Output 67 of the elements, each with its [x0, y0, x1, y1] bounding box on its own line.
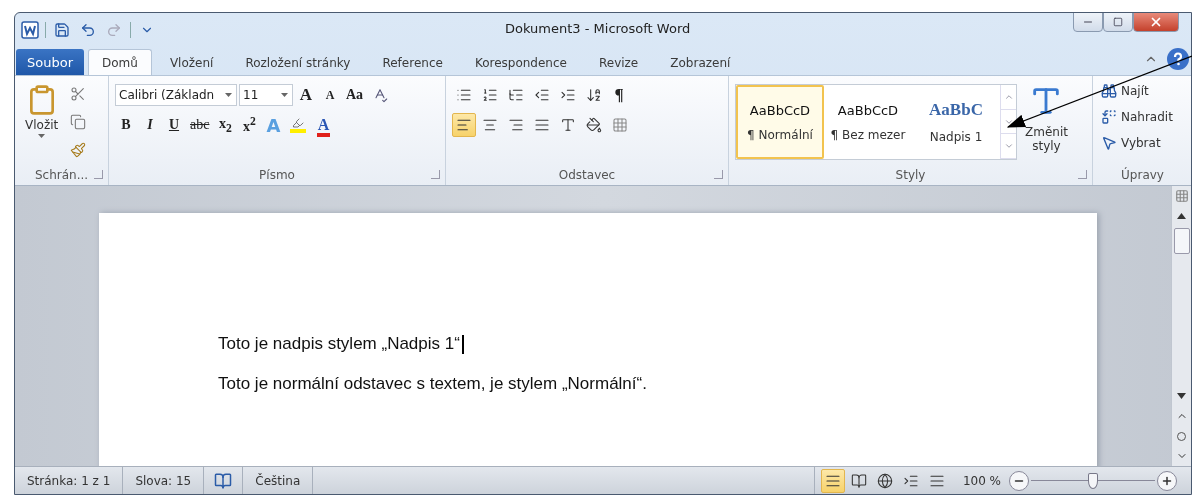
style-name: ¶ Normální [747, 127, 813, 142]
style-preview: AaBbCcD [837, 102, 899, 118]
style-name: ¶ Bez mezer [830, 127, 906, 142]
find-button[interactable]: Najít [1099, 78, 1175, 104]
style-item[interactable]: AaBbC Nadpis 1 [912, 85, 1000, 159]
show-marks-button[interactable]: ¶ [608, 83, 630, 107]
align-left-icon[interactable] [452, 113, 476, 137]
font-size-field[interactable]: 11 [239, 84, 293, 106]
scroll-thumb[interactable] [1173, 228, 1190, 254]
zoom-out-button[interactable] [1009, 470, 1029, 491]
ribbon-tab[interactable]: Revize [584, 49, 653, 75]
style-item[interactable]: AaBbCcD ¶ Normální [736, 85, 824, 159]
binoculars-icon [1101, 83, 1117, 99]
file-tab[interactable]: Soubor [16, 49, 84, 75]
select-button[interactable]: Vybrat [1099, 130, 1175, 156]
print-layout-icon[interactable] [820, 468, 845, 493]
replace-button[interactable]: Nahradit [1099, 104, 1175, 130]
shrink-font-button[interactable]: A [319, 83, 341, 107]
maximize-icon [1113, 17, 1123, 27]
grow-font-button[interactable]: A [295, 83, 317, 107]
close-icon [1149, 15, 1163, 29]
paste-button[interactable]: Vložit [21, 82, 63, 165]
page-count[interactable]: Stránka: 1 z 1 [15, 467, 124, 494]
italic-button[interactable]: I [139, 113, 161, 137]
ribbon-tab[interactable]: Domů [88, 49, 152, 75]
group-label: Schrán... [34, 168, 89, 182]
ribbon-tab[interactable]: Rozložení stránky [231, 49, 365, 75]
plus-icon [1161, 474, 1173, 487]
style-preview: AaBbC [929, 100, 983, 120]
style-preview: AaBbCcD [749, 102, 811, 118]
style-item[interactable]: AaBbCcD ¶ Bez mezer [824, 85, 912, 159]
group-label: Styly [895, 168, 926, 182]
caret-icon [225, 93, 232, 97]
pointer-icon [1101, 135, 1117, 151]
group-label: Písmo [259, 168, 295, 182]
group-label: Úpravy [1121, 168, 1164, 182]
bold-button[interactable]: B [115, 113, 137, 137]
paragraph-text: Toto je nadpis stylem „Nadpis 1“ [218, 334, 460, 354]
ribbon-tab[interactable]: Reference [368, 49, 457, 75]
style-name: Nadpis 1 [929, 130, 983, 144]
replace-icon [1101, 109, 1117, 125]
sub-button[interactable]: x$_{2}$ [214, 113, 237, 137]
font-color-button[interactable]: A [312, 113, 335, 137]
change-case-button[interactable]: Aa [343, 83, 367, 107]
group-label: Odstavec [558, 168, 616, 182]
window-title: Dokument3 - Microsoft Word [505, 21, 691, 36]
caret-icon [38, 134, 46, 138]
underline-button[interactable]: U [163, 113, 185, 137]
word-count[interactable]: Slova: 15 [123, 467, 205, 494]
caret-icon [281, 93, 288, 97]
zoom-thumb[interactable] [1088, 472, 1098, 489]
minimize-button[interactable] [1073, 13, 1103, 32]
sup-button[interactable]: x$^{2}$ [238, 113, 261, 137]
ribbon-tab[interactable]: Vložení [155, 49, 228, 75]
help-icon[interactable] [1167, 48, 1189, 70]
zoom-in-button[interactable] [1157, 470, 1177, 491]
close-button[interactable] [1133, 13, 1179, 32]
zoom-level[interactable]: 100 % [948, 473, 1009, 488]
font-name-field[interactable]: Calibri (Základn [115, 84, 237, 106]
ribbon-tab[interactable]: Korespondence [460, 49, 581, 75]
word-logo-icon[interactable] [21, 20, 39, 39]
change-styles-button[interactable]: Změnit styly [1021, 82, 1072, 165]
maximize-button[interactable] [1103, 13, 1133, 32]
ribbon-tab[interactable]: Zobrazení [656, 49, 745, 75]
language-label[interactable]: Čeština [243, 467, 314, 494]
strike-button[interactable]: abc [187, 113, 213, 137]
paragraph-text: Toto je normální odstavec s textem, je stylem „Normální“. [218, 374, 647, 394]
